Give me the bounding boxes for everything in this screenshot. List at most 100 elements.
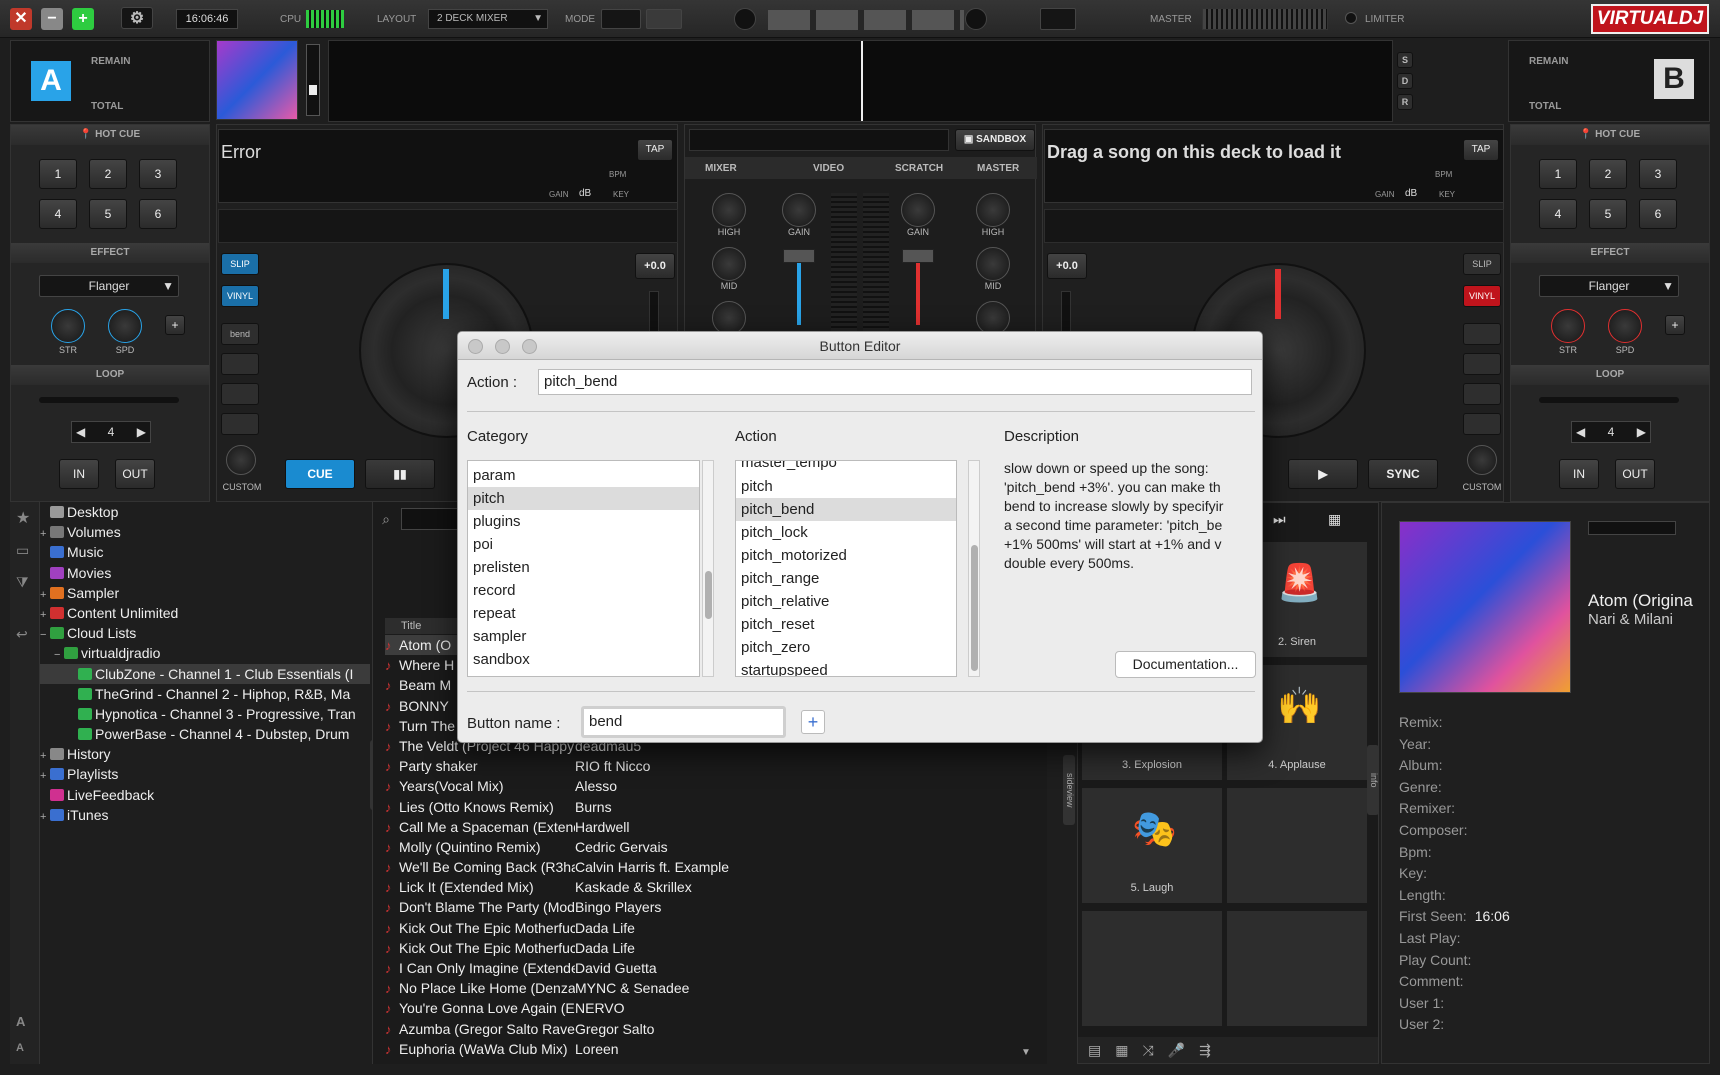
loop-length-b[interactable]: ◀ 4 ▶ bbox=[1571, 421, 1651, 443]
sampler-grid-icon[interactable]: ▦ bbox=[1328, 511, 1341, 528]
tree-item[interactable]: Movies bbox=[40, 563, 370, 583]
tree-item[interactable]: − Cloud Lists bbox=[40, 623, 370, 643]
effect-select[interactable]: Flanger ▼ bbox=[39, 275, 179, 297]
loop-prev-b-icon[interactable]: ◀ bbox=[1576, 422, 1585, 442]
category-item[interactable]: sampler bbox=[468, 625, 699, 648]
deck-a-vinyl-button[interactable]: VINYL bbox=[221, 285, 259, 307]
tree-item[interactable]: + Content Unlimited bbox=[40, 603, 370, 623]
tree-item[interactable]: PowerBase - Channel 4 - Dubstep, Drum bbox=[40, 724, 370, 744]
table-row[interactable]: ♪ Call Me a Spaceman (ExtendHardwell bbox=[385, 817, 1025, 837]
star-icon[interactable]: ★ bbox=[16, 508, 30, 528]
loop-length[interactable]: ◀ 4 ▶ bbox=[71, 421, 151, 443]
loop-prev-icon[interactable]: ◀ bbox=[76, 422, 85, 442]
action-item[interactable]: pitch_bend bbox=[736, 498, 956, 521]
r-button[interactable]: R bbox=[1397, 94, 1413, 110]
action-item[interactable]: pitch_reset bbox=[736, 613, 956, 636]
deck-b-pad-4[interactable] bbox=[1463, 413, 1501, 435]
button-name-input[interactable]: bend bbox=[581, 706, 786, 738]
loop-in-button[interactable]: IN bbox=[59, 459, 99, 489]
tree-item[interactable]: + Sampler bbox=[40, 583, 370, 603]
loop-next-b-icon[interactable]: ▶ bbox=[1637, 422, 1646, 442]
crossfader-left-icon[interactable] bbox=[734, 8, 756, 30]
tree-item[interactable]: TheGrind - Channel 2 - Hiphop, R&B, Ma bbox=[40, 684, 370, 704]
deck-b-vinyl-button[interactable]: VINYL bbox=[1463, 285, 1501, 307]
deck-b-slip-button[interactable]: SLIP bbox=[1463, 253, 1501, 275]
sampler-slot-laugh[interactable]: 🎭 5. Laugh bbox=[1081, 787, 1223, 904]
table-row[interactable]: ♪ Kick Out The Epic MotherfuclDada Life bbox=[385, 938, 1025, 958]
hotcue-5[interactable]: 5 bbox=[89, 199, 127, 229]
close-icon[interactable]: ✕ bbox=[10, 8, 32, 30]
tree-item[interactable]: LiveFeedback bbox=[40, 785, 370, 805]
category-item[interactable]: sandbox bbox=[468, 648, 699, 671]
loop-slider-b[interactable] bbox=[1539, 397, 1679, 403]
sampler-slot-7[interactable] bbox=[1081, 910, 1223, 1027]
hotcue-b-1[interactable]: 1 bbox=[1539, 159, 1577, 189]
s-button[interactable]: S bbox=[1397, 52, 1413, 68]
font-size-down-icon[interactable]: A bbox=[16, 1042, 24, 1054]
tree-item[interactable]: Desktop bbox=[40, 502, 370, 522]
table-row[interactable]: ♪ I Can Only Imagine (ExtendeDavid Guetta bbox=[385, 958, 1025, 978]
minimize-icon[interactable]: − bbox=[41, 8, 63, 30]
tab-master[interactable]: MASTER bbox=[977, 163, 1019, 174]
add-icon[interactable]: + bbox=[801, 710, 825, 734]
volume-fader-b-handle[interactable] bbox=[902, 249, 934, 263]
effect-select-b[interactable]: Flanger ▼ bbox=[1539, 275, 1679, 297]
loop-in-b-button[interactable]: IN bbox=[1559, 459, 1599, 489]
tree-expand-icon[interactable]: − bbox=[54, 645, 64, 663]
mode-laptop-icon[interactable] bbox=[646, 9, 682, 29]
deck-b-pad-1[interactable] bbox=[1463, 323, 1501, 345]
hotcue-4[interactable]: 4 bbox=[39, 199, 77, 229]
deck-a-cue-button[interactable]: CUE bbox=[285, 459, 355, 489]
sampler-slot-6[interactable] bbox=[1226, 787, 1368, 904]
spd-knob[interactable] bbox=[108, 309, 142, 343]
action-scrollbar[interactable] bbox=[968, 460, 980, 677]
preview-player[interactable] bbox=[1588, 521, 1676, 535]
table-row[interactable]: ♪ You're Gonna Love Again (ExNERVO bbox=[385, 998, 1025, 1018]
table-row[interactable]: ♪ Lick It (Extended Mix) Kaskade & Skrille… bbox=[385, 877, 1025, 897]
tree-item[interactable]: Music bbox=[40, 542, 370, 562]
str-knob[interactable] bbox=[51, 309, 85, 343]
crossfader-right-icon[interactable] bbox=[965, 8, 987, 30]
hotcue-b-4[interactable]: 4 bbox=[1539, 199, 1577, 229]
table-row[interactable]: ♪ Party shaker RIO ft Nicco bbox=[385, 756, 1025, 776]
deck-b-custom-knob[interactable] bbox=[1467, 445, 1497, 475]
action-item[interactable]: pitch_motorized bbox=[736, 544, 956, 567]
hotcue-b-6[interactable]: 6 bbox=[1639, 199, 1677, 229]
hotcue-b-5[interactable]: 5 bbox=[1589, 199, 1627, 229]
hotcue-3[interactable]: 3 bbox=[139, 159, 177, 189]
table-row[interactable]: ♪ We'll Be Coming Back (R3haCalvin Harris… bbox=[385, 857, 1025, 877]
deck-b-sync-button[interactable]: SYNC bbox=[1368, 459, 1438, 489]
deck-a-pad-1[interactable] bbox=[221, 353, 259, 375]
search-icon[interactable]: ⌕ bbox=[375, 506, 397, 532]
tree-expand-icon[interactable]: + bbox=[40, 807, 50, 825]
category-item[interactable]: poi bbox=[468, 533, 699, 556]
tree-item[interactable]: ClubZone - Channel 1 - Club Essentials (… bbox=[40, 663, 370, 684]
category-scrollbar[interactable] bbox=[702, 460, 714, 677]
sandbox-button[interactable]: ▣ SANDBOX bbox=[955, 129, 1035, 151]
mid-knob-b[interactable] bbox=[976, 247, 1010, 281]
dialog-close-icon[interactable] bbox=[468, 339, 483, 354]
high-knob-a[interactable] bbox=[712, 193, 746, 227]
low-knob-b[interactable] bbox=[976, 301, 1010, 335]
tree-item[interactable]: + Playlists bbox=[40, 764, 370, 784]
font-size-up-icon[interactable]: A bbox=[16, 1014, 25, 1029]
action-item[interactable]: pitch_lock bbox=[736, 521, 956, 544]
deck-b-pad-3[interactable] bbox=[1463, 383, 1501, 405]
deck-a-pad-2[interactable] bbox=[221, 383, 259, 405]
tree-expand-icon[interactable]: + bbox=[40, 585, 50, 603]
tree-expand-icon[interactable]: − bbox=[40, 625, 50, 643]
tree-item[interactable]: + iTunes bbox=[40, 805, 370, 825]
deck-a-slip-button[interactable]: SLIP bbox=[221, 253, 259, 275]
action-item[interactable]: pitch_zero bbox=[736, 636, 956, 659]
action-item[interactable]: pitch_relative bbox=[736, 590, 956, 613]
table-row[interactable]: ♪ No Place Like Home (DenzalMYNC & Senade… bbox=[385, 978, 1025, 998]
volume-fader-b[interactable] bbox=[916, 255, 920, 325]
spd-knob-b[interactable] bbox=[1608, 309, 1642, 343]
deck-b-track-bar[interactable] bbox=[1044, 209, 1504, 243]
tree-item[interactable]: + History bbox=[40, 744, 370, 764]
tab-scratch[interactable]: SCRATCH bbox=[895, 163, 943, 174]
category-item[interactable]: prelisten bbox=[468, 556, 699, 579]
monitor-icon[interactable]: ▭ bbox=[16, 542, 29, 559]
action-item[interactable]: startupspeed bbox=[736, 659, 956, 676]
hotcue-b-2[interactable]: 2 bbox=[1589, 159, 1627, 189]
